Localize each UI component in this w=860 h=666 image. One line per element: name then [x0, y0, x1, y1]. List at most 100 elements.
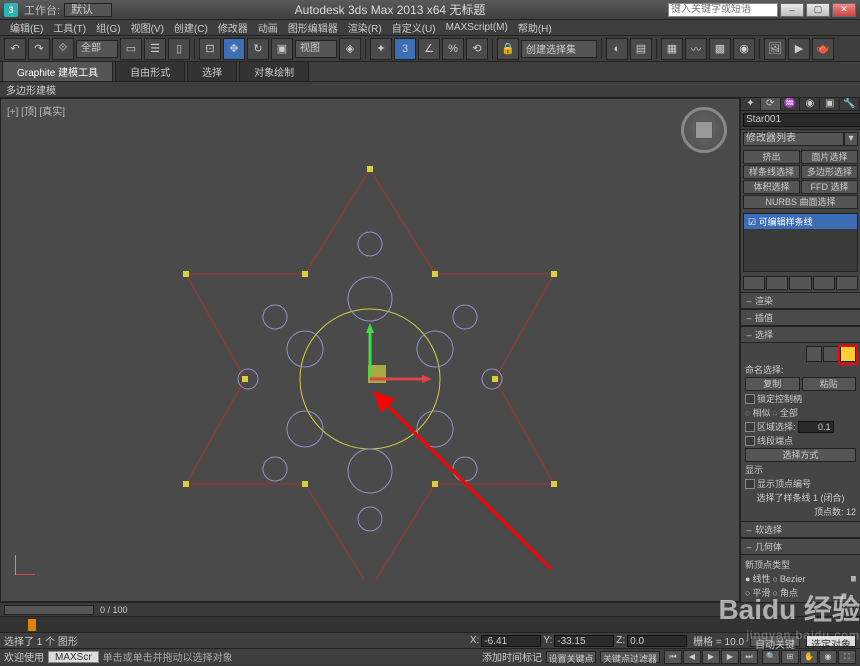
goto-start-button[interactable]: ⏮ — [664, 650, 682, 664]
setkey-button[interactable]: 设置关键点 — [546, 651, 596, 663]
maxscript-listener[interactable]: MAXScr — [48, 651, 99, 663]
x-coord-input[interactable]: -6.41 — [481, 635, 541, 647]
panel-tab-display[interactable]: ▣ — [820, 98, 840, 110]
vtype-smooth[interactable]: 平滑 — [752, 586, 770, 599]
stack-config-button[interactable] — [836, 276, 858, 290]
modifier-stack[interactable]: ☑ 可编辑样条线 — [743, 213, 858, 272]
rollout-interp-head[interactable]: 插值 — [741, 310, 860, 326]
curve-editor-button[interactable]: 〰 — [685, 38, 707, 60]
vtype-linear[interactable]: 线性 — [752, 572, 770, 585]
window-crossing-button[interactable]: ⊡ — [199, 38, 221, 60]
help-search-input[interactable] — [668, 3, 778, 17]
time-slider-handle[interactable] — [4, 605, 94, 615]
select-move-button[interactable]: ✥ — [223, 38, 245, 60]
viewcube[interactable] — [681, 107, 727, 153]
align-button[interactable]: ▤ — [630, 38, 652, 60]
render-frame-button[interactable]: ▶ — [788, 38, 810, 60]
select-button[interactable]: ▭ — [120, 38, 142, 60]
keyfilter-button[interactable]: 关键点过滤器 — [600, 651, 660, 663]
redo-button[interactable]: ↷ — [28, 38, 50, 60]
menu-customize[interactable]: 自定义(U) — [388, 20, 440, 35]
modifier-list-arrow[interactable]: ▾ — [844, 132, 858, 146]
named-selection-dropdown[interactable]: 创建选择集 — [521, 40, 597, 58]
y-coord-input[interactable]: -33.15 — [554, 635, 614, 647]
render-setup-button[interactable]: 🖼 — [764, 38, 786, 60]
stack-unique-button[interactable] — [789, 276, 811, 290]
spinner-snap-button[interactable]: ⟲ — [466, 38, 488, 60]
rollout-softsel-head[interactable]: 软选择 — [741, 522, 860, 538]
add-time-tag[interactable]: 添加时间标记 — [482, 649, 542, 664]
coord-system-dropdown[interactable]: 视图 — [295, 40, 337, 58]
autokey-button[interactable]: 自动关键点 — [750, 635, 800, 647]
btn-poly-select[interactable]: 多边形选择 — [801, 165, 858, 179]
menu-tools[interactable]: 工具(T) — [49, 20, 90, 35]
subobj-vertex-button[interactable] — [806, 346, 822, 362]
z-coord-input[interactable]: 0.0 — [627, 635, 687, 647]
minimize-button[interactable]: – — [780, 3, 804, 17]
vtype-corner[interactable]: 角点 — [780, 586, 798, 599]
btn-vol-select[interactable]: 体积选择 — [743, 180, 800, 194]
lock-handles-checkbox[interactable] — [745, 394, 755, 404]
menu-help[interactable]: 帮助(H) — [514, 20, 556, 35]
menu-modifiers[interactable]: 修改器 — [214, 20, 252, 35]
panel-tab-hierarchy[interactable]: ♒ — [781, 98, 801, 110]
selected-filter[interactable]: 选定对象 — [806, 635, 856, 647]
select-scale-button[interactable]: ▣ — [271, 38, 293, 60]
modifier-list-dropdown[interactable]: 修改器列表 — [743, 132, 844, 146]
pan-button[interactable]: ✋ — [800, 650, 818, 664]
schematic-button[interactable]: ▩ — [709, 38, 731, 60]
zoom-all-button[interactable]: ⊞ — [781, 650, 799, 664]
menu-views[interactable]: 视图(V) — [127, 20, 168, 35]
menu-maxscript[interactable]: MAXScript(M) — [442, 22, 512, 33]
goto-end-button[interactable]: ⏭ — [740, 650, 758, 664]
select-method-button[interactable]: 选择方式 — [745, 448, 856, 462]
menu-animation[interactable]: 动画 — [254, 20, 282, 35]
play-button[interactable]: ▶ — [702, 650, 720, 664]
undo-button[interactable]: ↶ — [4, 38, 26, 60]
menu-graph[interactable]: 图形编辑器 — [284, 20, 342, 35]
panel-tab-utilities[interactable]: 🔧 — [840, 98, 860, 110]
menu-create[interactable]: 创建(C) — [170, 20, 212, 35]
panel-tab-modify[interactable]: ⟳ — [761, 98, 781, 110]
area-select-value[interactable]: 0.1 — [798, 421, 834, 433]
percent-snap-button[interactable]: % — [442, 38, 464, 60]
btn-nurbs-select[interactable]: NURBS 曲面选择 — [743, 195, 858, 209]
btn-patch-select[interactable]: 面片选择 — [801, 150, 858, 164]
material-editor-button[interactable]: ◉ — [733, 38, 755, 60]
stack-show-button[interactable] — [766, 276, 788, 290]
area-select-checkbox[interactable] — [745, 422, 755, 432]
selection-filter[interactable]: 全部 — [76, 40, 118, 58]
rollout-render-head[interactable]: 渲染 — [741, 293, 860, 309]
snap-toggle[interactable]: 3 — [394, 38, 416, 60]
pivot-center-button[interactable]: ◈ — [339, 38, 361, 60]
btn-extrude[interactable]: 挤出 — [743, 150, 800, 164]
ribbon-tab-paint[interactable]: 对象绘制 — [239, 61, 309, 81]
stack-pin-button[interactable] — [743, 276, 765, 290]
selection-lock-button[interactable]: 🔒 — [497, 38, 519, 60]
ribbon-tab-graphite[interactable]: Graphite 建模工具 — [2, 61, 113, 81]
maximize-button[interactable]: ▢ — [806, 3, 830, 17]
render-button[interactable]: 🫖 — [812, 38, 834, 60]
paste-button[interactable]: 粘贴 — [802, 377, 857, 391]
select-name-button[interactable]: ☰ — [144, 38, 166, 60]
btn-ffd-select[interactable]: FFD 选择 — [801, 180, 858, 194]
show-vertnum-checkbox[interactable] — [745, 479, 755, 489]
menu-edit[interactable]: 编辑(E) — [6, 20, 47, 35]
menu-render[interactable]: 渲染(R) — [344, 20, 386, 35]
angle-snap-button[interactable]: ∠ — [418, 38, 440, 60]
prev-frame-button[interactable]: ◀ — [683, 650, 701, 664]
btn-spline-select[interactable]: 样条线选择 — [743, 165, 800, 179]
rollout-geometry-head[interactable]: 几何体 — [741, 539, 860, 555]
next-frame-button[interactable]: ▶ — [721, 650, 739, 664]
object-name-input[interactable] — [743, 113, 860, 127]
mirror-button[interactable]: ◐ — [606, 38, 628, 60]
close-button[interactable]: ✕ — [832, 3, 856, 17]
ribbon-tab-selection[interactable]: 选择 — [187, 61, 237, 81]
track-bar[interactable] — [0, 616, 860, 632]
maximize-viewport-button[interactable]: ⛶ — [838, 650, 856, 664]
stack-remove-button[interactable] — [813, 276, 835, 290]
segment-end-checkbox[interactable] — [745, 436, 755, 446]
vtype-bezier[interactable]: Bezier — [780, 574, 806, 584]
ribbon-tab-freeform[interactable]: 自由形式 — [115, 61, 185, 81]
select-rect-button[interactable]: ▯ — [168, 38, 190, 60]
